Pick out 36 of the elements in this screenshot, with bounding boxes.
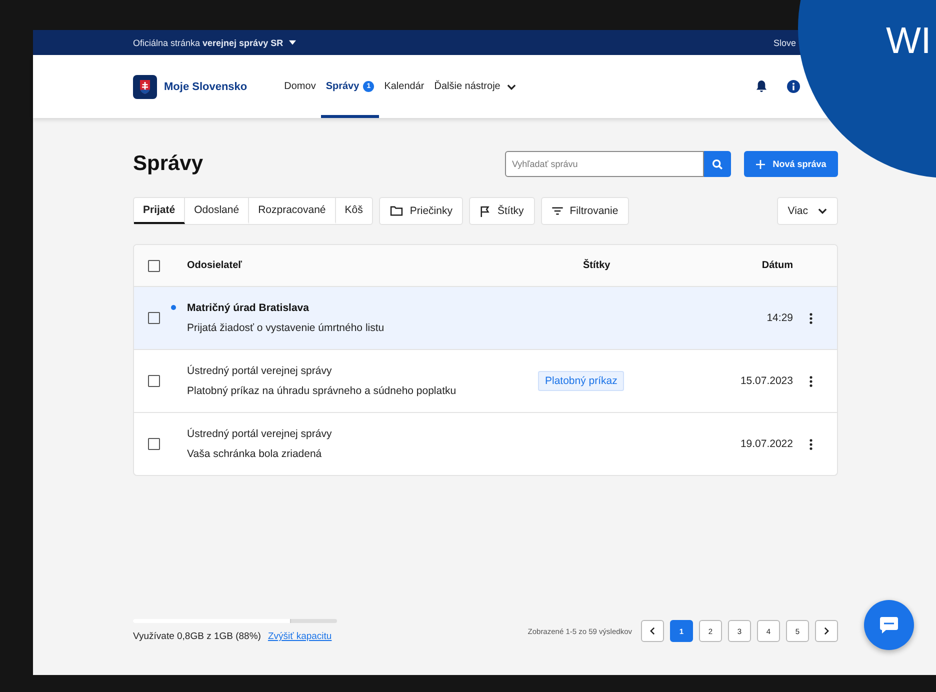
message-date: 19.07.2022 xyxy=(739,438,793,450)
filter-button[interactable]: Filtrovanie xyxy=(540,197,630,225)
flag-button[interactable]: Štítky xyxy=(469,197,535,225)
folder-button[interactable]: Priečinky xyxy=(378,197,464,225)
storage-usage-text: Využívate 0,8GB z 1GB (88%) xyxy=(133,631,261,642)
more-dropdown[interactable]: Viac xyxy=(776,197,838,225)
page-title: Správy xyxy=(133,152,204,176)
official-site-text: Oficiálna stránka verejnej správy SR xyxy=(133,38,284,48)
message-row[interactable]: Ústredný portál verejnej správy Vaša schránka bola zriadená 19.07.2022 xyxy=(134,413,837,475)
nav-tab[interactable]: Ďalšie nástroje xyxy=(429,55,522,118)
message-tab[interactable]: Odoslané xyxy=(185,198,250,224)
message-tab[interactable]: Kôš xyxy=(336,198,372,224)
column-header: Dátum xyxy=(760,260,793,271)
new-message-button[interactable]: Nová správa xyxy=(744,151,838,177)
message-subject: Platobný príkaz na úhradu správneho a súdneho poplatku xyxy=(187,385,458,397)
message-tab[interactable]: Prijaté xyxy=(134,198,186,224)
logo-text[interactable]: Moje Slovensko xyxy=(164,80,248,92)
message-tag: Platobný príkaz xyxy=(538,371,624,391)
sender-name: Ústredný portál verejnej správy xyxy=(187,428,333,440)
message-tab[interactable]: Rozpracované xyxy=(249,198,336,224)
nav-tab[interactable]: Kalendár xyxy=(379,55,430,118)
sender-name: Ústredný portál verejnej správy xyxy=(187,365,333,377)
column-header: Štítky xyxy=(583,260,612,271)
message-subject: Vaša schránka bola zriadená xyxy=(187,448,323,460)
nav-tab[interactable]: Domov xyxy=(279,55,321,118)
badge-text: WI xyxy=(886,22,932,59)
language-text[interactable]: Slove xyxy=(773,38,796,48)
message-date: 15.07.2023 xyxy=(739,375,793,387)
message-subject: Prijatá žiadosť o vystavenie úmrtného listu xyxy=(187,322,386,334)
message-row[interactable]: Ústredný portál verejnej správy Platobný príkaz na úhradu správneho a súdneho poplatku Platobný príkaz 15.07.2023 xyxy=(134,350,837,413)
message-row[interactable]: Matričný úrad Bratislava Prijatá žiadosť o vystavenie úmrtného listu 14:29 xyxy=(134,287,837,350)
column-header: Odosielateľ xyxy=(187,260,243,271)
increase-capacity-link[interactable]: Zvýšiť kapacitu xyxy=(268,631,332,642)
search-field[interactable]: Vyhľadať správu xyxy=(505,151,704,177)
sender-name: Matričný úrad Bratislava xyxy=(187,302,310,314)
message-date: 14:29 xyxy=(766,312,793,324)
